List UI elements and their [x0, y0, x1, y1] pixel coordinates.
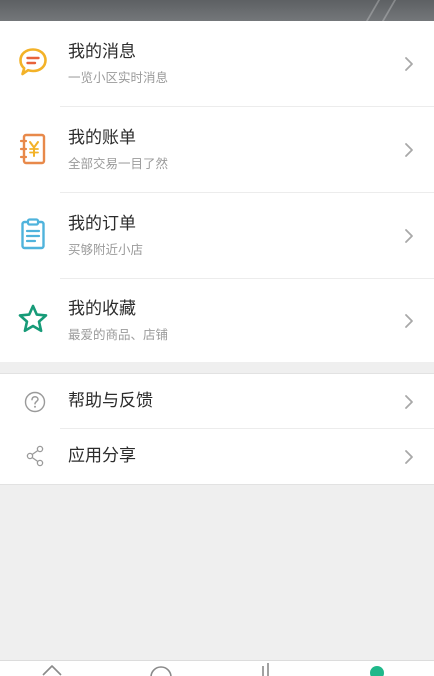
orders-subtitle: 买够附近小店 [68, 242, 144, 257]
clipboard-icon [21, 218, 45, 250]
bills-title: 我的账单 [68, 128, 136, 148]
menu-item-orders[interactable]: 我的订单 买够附近小店 [0, 193, 434, 278]
help-title: 帮助与反馈 [68, 391, 153, 411]
signal-icon[interactable] [256, 661, 278, 676]
favorites-subtitle: 最爱的商品、店铺 [68, 327, 169, 342]
share-icon [26, 445, 44, 467]
status-bar [0, 0, 434, 21]
share-title: 应用分享 [68, 446, 136, 466]
section-divider [0, 484, 434, 485]
support-section: 帮助与反馈 应用分享 [0, 374, 434, 484]
orders-title: 我的订单 [68, 214, 136, 234]
chevron-right-icon [405, 395, 413, 409]
chevron-right-icon [405, 143, 413, 157]
menu-item-share[interactable]: 应用分享 [0, 429, 434, 484]
chevron-right-icon [405, 314, 413, 328]
chat-bubble-icon [19, 48, 47, 76]
chevron-right-icon [405, 450, 413, 464]
home-icon[interactable] [40, 661, 64, 676]
messages-subtitle: 一览小区实时消息 [68, 70, 169, 85]
bottom-nav [0, 660, 434, 676]
favorites-title: 我的收藏 [68, 299, 136, 319]
menu-item-messages[interactable]: 我的消息 一览小区实时消息 [0, 21, 434, 106]
profile-screen: 我的消息 一览小区实时消息 我的账单 全部交易一目了然 我的订单 买够附近小店 … [0, 0, 434, 676]
account-menu-section: 我的消息 一览小区实时消息 我的账单 全部交易一目了然 我的订单 买够附近小店 … [0, 21, 434, 362]
menu-item-help[interactable]: 帮助与反馈 [0, 374, 434, 428]
profile-icon[interactable] [366, 661, 388, 676]
question-circle-icon [24, 391, 46, 413]
menu-item-bills[interactable]: 我的账单 全部交易一目了然 [0, 107, 434, 192]
menu-item-favorites[interactable]: 我的收藏 最爱的商品、店铺 [0, 279, 434, 362]
bills-subtitle: 全部交易一目了然 [68, 156, 169, 171]
chevron-right-icon [405, 229, 413, 243]
messages-title: 我的消息 [68, 42, 136, 62]
chevron-right-icon [405, 57, 413, 71]
star-icon [18, 304, 48, 333]
smile-icon[interactable] [148, 661, 174, 676]
ledger-icon [19, 133, 46, 165]
